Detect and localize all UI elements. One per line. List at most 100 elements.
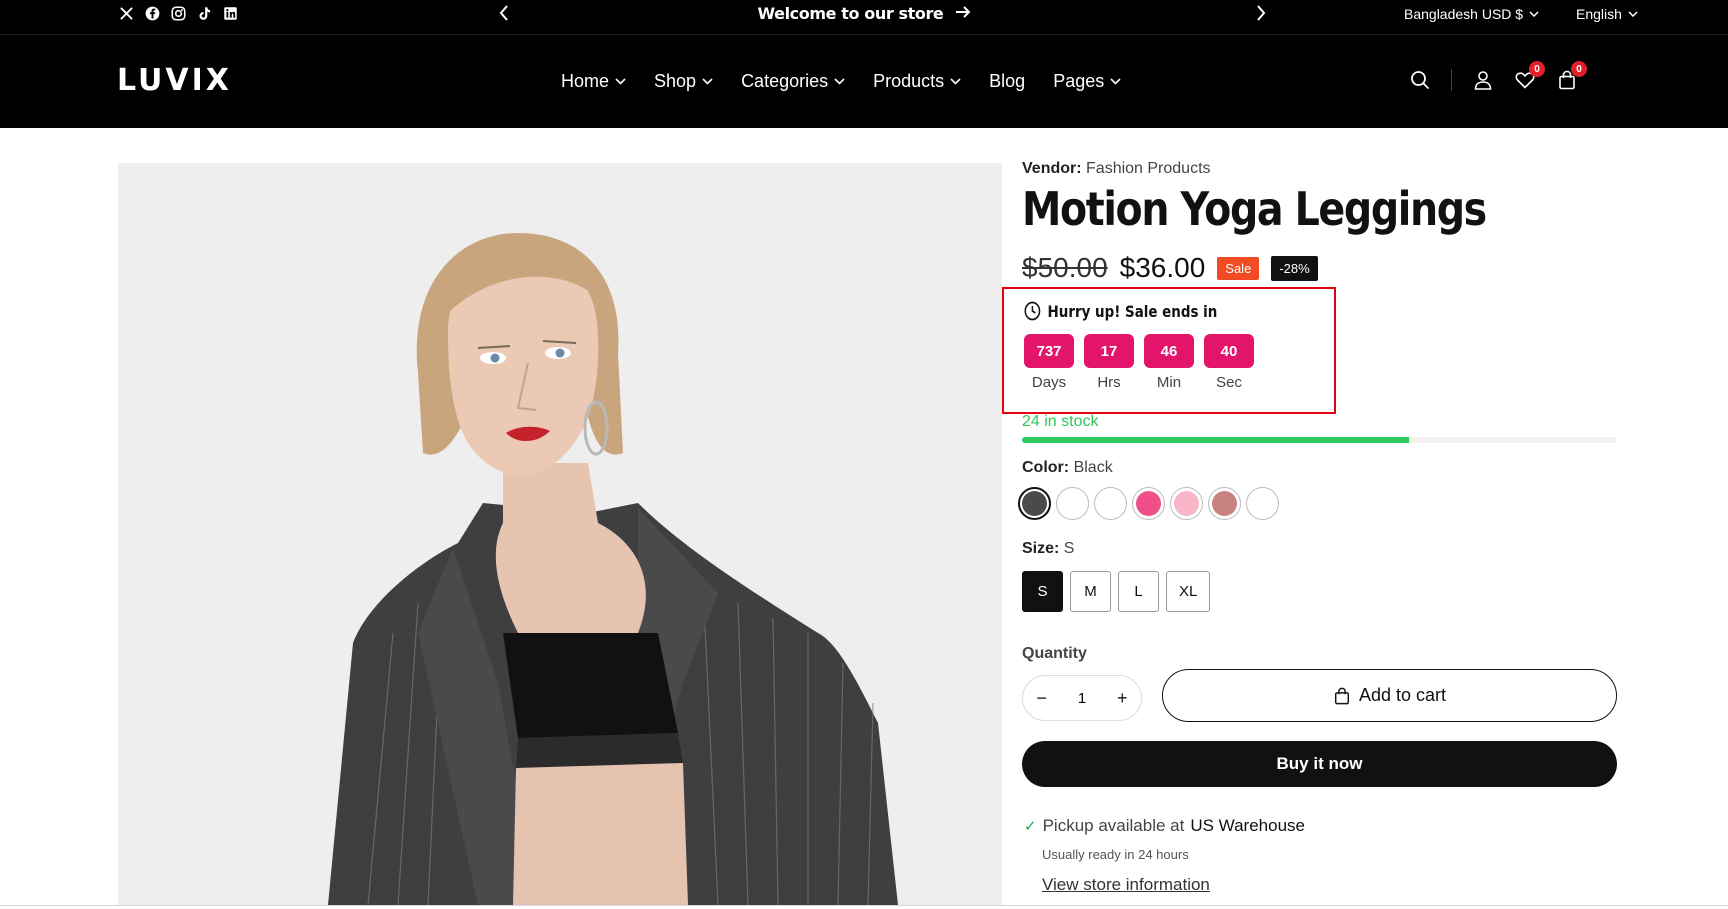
check-icon: ✓ xyxy=(1024,818,1037,835)
sale-price: $36.00 xyxy=(1119,252,1206,283)
countdown-hours: 17 Hrs xyxy=(1084,334,1134,391)
chevron-down-icon xyxy=(834,78,845,85)
size-label: Size: xyxy=(1022,540,1060,557)
product-info: Vendor: Fashion Products Motion Yoga Leg… xyxy=(1002,160,1617,894)
color-value: Black xyxy=(1073,459,1113,476)
quantity-decrease-button[interactable]: − xyxy=(1030,688,1054,709)
add-to-cart-button[interactable]: Add to cart xyxy=(1162,669,1617,722)
cart-icon[interactable]: 0 xyxy=(1556,61,1587,91)
stock-status: 24 in stock xyxy=(1022,413,1099,430)
add-to-cart-label: Add to cart xyxy=(1358,685,1447,705)
tiktok-icon[interactable] xyxy=(196,5,212,21)
chevron-down-icon xyxy=(702,78,713,85)
quantity-increase-button[interactable]: + xyxy=(1110,688,1134,709)
language-label: English xyxy=(1576,6,1622,22)
logo[interactable]: LUVIX xyxy=(117,63,232,98)
bag-icon xyxy=(1334,687,1349,704)
nav-label: Shop xyxy=(654,71,697,91)
stock-progress-bar xyxy=(1022,437,1617,443)
announcement-next-icon[interactable] xyxy=(1255,4,1267,27)
nav-label: Blog xyxy=(989,71,1026,91)
chevron-down-icon xyxy=(1628,11,1638,17)
pickup-text: Pickup available at xyxy=(1042,816,1185,835)
price-block: $50.00 $36.00 Sale -28% xyxy=(1022,252,1318,284)
x-icon[interactable] xyxy=(118,5,134,21)
view-store-link[interactable]: View store information xyxy=(1042,875,1210,895)
quantity-label: Quantity xyxy=(1022,645,1087,662)
discount-badge: -28% xyxy=(1271,255,1318,281)
vendor-name[interactable]: Fashion Products xyxy=(1086,160,1211,177)
color-swatch[interactable] xyxy=(1132,487,1165,520)
announcement-label: Welcome to our store xyxy=(757,4,944,23)
wishlist-count-badge: 0 xyxy=(1529,61,1545,77)
nav-item-blog[interactable]: Blog xyxy=(989,71,1025,92)
site-header: LUVIX Home Shop Categories Products Blog… xyxy=(0,34,1728,128)
currency-label: Bangladesh USD $ xyxy=(1404,6,1524,22)
size-option-s[interactable]: S xyxy=(1022,571,1063,612)
countdown-heading: Hurry up! Sale ends in xyxy=(1024,301,1217,321)
color-swatches xyxy=(1018,487,1279,520)
nav-item-home[interactable]: Home xyxy=(561,71,626,92)
countdown-heading-text: Hurry up! Sale ends in xyxy=(1047,301,1218,321)
size-option-label: Size: S xyxy=(1022,540,1074,558)
color-swatch[interactable] xyxy=(1208,487,1241,520)
nav-item-products[interactable]: Products xyxy=(873,71,961,92)
instagram-icon[interactable] xyxy=(170,5,186,21)
product-image[interactable] xyxy=(118,163,1002,905)
announcement-prev-icon[interactable] xyxy=(498,4,510,27)
countdown-seconds-value: 40 xyxy=(1204,334,1254,368)
stock-progress-fill xyxy=(1022,437,1409,443)
color-swatch-fill xyxy=(1136,491,1161,516)
color-swatch[interactable] xyxy=(1170,487,1203,520)
header-icons: 0 0 xyxy=(1409,61,1587,91)
compare-price: $50.00 xyxy=(1022,252,1108,283)
currency-selector[interactable]: Bangladesh USD $ xyxy=(1404,6,1539,22)
sale-badge: Sale xyxy=(1217,256,1260,280)
countdown-days-label: Days xyxy=(1031,374,1067,391)
nav-item-pages[interactable]: Pages xyxy=(1053,71,1121,92)
account-icon[interactable] xyxy=(1472,69,1494,91)
countdown-units: 737 Days 17 Hrs 46 Min 40 Sec xyxy=(1024,334,1254,391)
color-swatch[interactable] xyxy=(1018,487,1051,520)
linkedin-icon[interactable] xyxy=(222,5,238,21)
divider xyxy=(1451,69,1452,91)
color-swatch-fill xyxy=(1212,491,1237,516)
size-option-xl[interactable]: XL xyxy=(1166,571,1211,612)
main-nav: Home Shop Categories Products Blog Pages xyxy=(561,71,1121,92)
color-swatch-fill xyxy=(1022,491,1047,516)
nav-label: Home xyxy=(561,71,610,91)
search-icon[interactable] xyxy=(1409,69,1431,91)
wishlist-icon[interactable]: 0 xyxy=(1514,61,1545,91)
buy-now-button[interactable]: Buy it now xyxy=(1022,741,1617,787)
language-selector[interactable]: English xyxy=(1576,6,1638,22)
pickup-info: ✓ Pickup available at US Warehouse xyxy=(1024,816,1305,836)
size-option-m[interactable]: M xyxy=(1070,571,1111,612)
nav-label: Categories xyxy=(741,71,829,91)
quantity-stepper: − + xyxy=(1022,675,1142,721)
countdown-minutes-value: 46 xyxy=(1144,334,1194,368)
color-swatch[interactable] xyxy=(1094,487,1127,520)
nav-item-categories[interactable]: Categories xyxy=(741,71,845,92)
color-swatch-fill xyxy=(1060,491,1085,516)
nav-item-shop[interactable]: Shop xyxy=(654,71,713,92)
model-photo xyxy=(118,163,1002,905)
divider xyxy=(0,905,1728,906)
clock-icon xyxy=(1024,301,1041,321)
arrow-right-icon xyxy=(955,6,970,18)
countdown-hours-label: Hrs xyxy=(1097,374,1121,391)
countdown-minutes: 46 Min xyxy=(1144,334,1194,391)
vendor-line: Vendor: Fashion Products xyxy=(1022,160,1617,178)
color-label: Color: xyxy=(1022,459,1070,476)
color-swatch[interactable] xyxy=(1056,487,1089,520)
chevron-down-icon xyxy=(950,78,961,85)
countdown-hours-value: 17 xyxy=(1084,334,1134,368)
size-option-l[interactable]: L xyxy=(1118,571,1159,612)
color-swatch[interactable] xyxy=(1246,487,1279,520)
chevron-down-icon xyxy=(1110,78,1121,85)
color-swatch-fill xyxy=(1250,491,1275,516)
quantity-input[interactable] xyxy=(1066,689,1097,707)
social-links xyxy=(118,5,238,21)
facebook-icon[interactable] xyxy=(144,5,160,21)
announcement-link[interactable]: Welcome to our store xyxy=(757,4,970,23)
size-options: S M L XL xyxy=(1022,571,1211,612)
